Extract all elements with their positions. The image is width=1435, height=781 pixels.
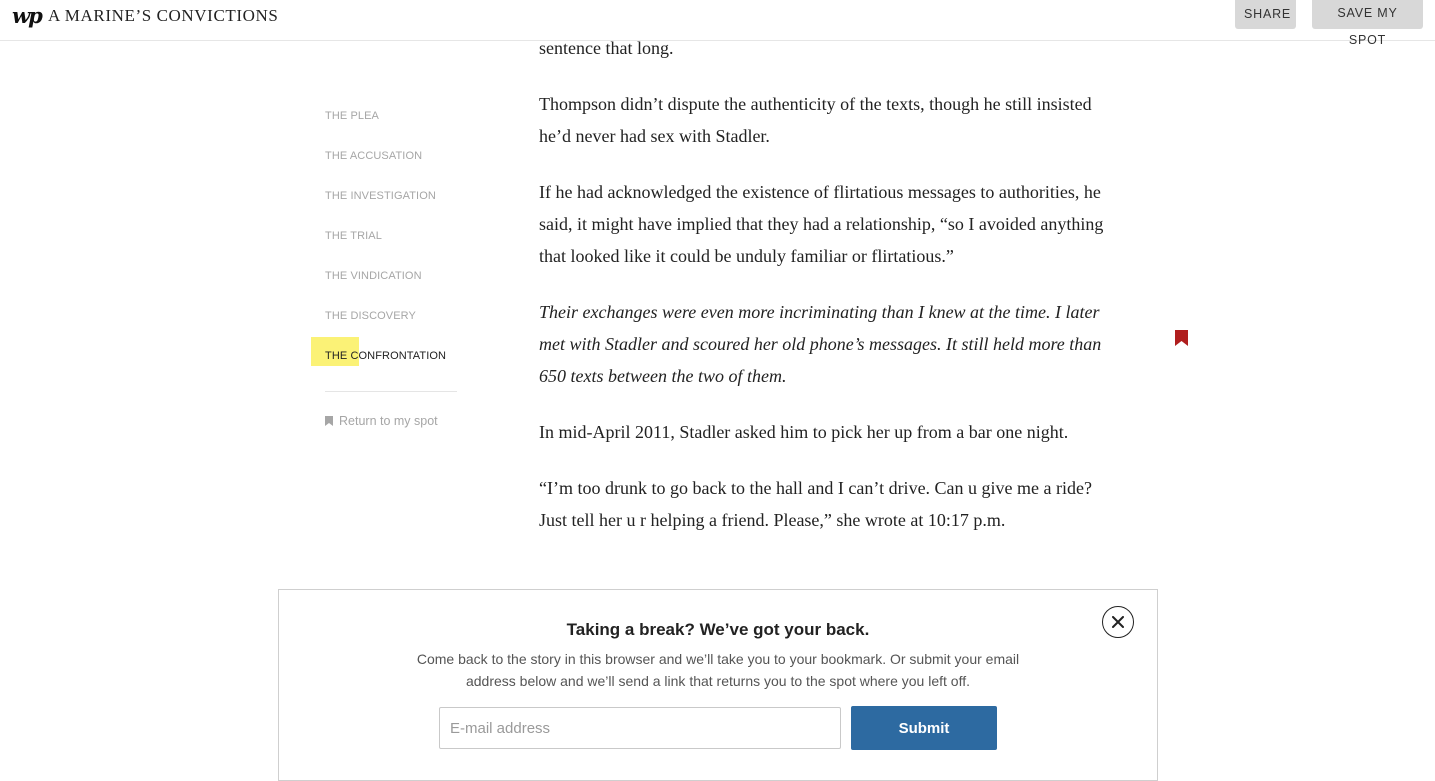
saved-spot-bookmark-icon[interactable] (1175, 330, 1188, 351)
modal-description: Come back to the story in this browser a… (416, 651, 1020, 689)
nav-item-the-confrontation[interactable]: THE CONFRONTATION (311, 337, 447, 366)
article-paragraph: “I’m too drunk to go back to the hall an… (539, 478, 1092, 530)
email-input[interactable] (439, 707, 841, 749)
submit-button[interactable]: Submit (851, 706, 997, 750)
article-body: sentence that long. Thompson didn’t disp… (539, 32, 1114, 560)
nav-item-the-accusation[interactable]: THE ACCUSATION (325, 150, 422, 162)
modal-title: Taking a break? We’ve got your back. (566, 620, 870, 639)
nav-item-the-plea[interactable]: THE PLEA (325, 110, 379, 122)
close-icon (1112, 616, 1124, 628)
nav-item-the-discovery[interactable]: THE DISCOVERY (325, 310, 416, 322)
nav-divider (325, 391, 457, 392)
article-paragraph: Thompson didn’t dispute the authenticity… (539, 94, 1092, 146)
article-paragraph: If he had acknowledged the existence of … (539, 182, 1104, 266)
close-modal-button[interactable] (1102, 606, 1134, 638)
nav-item-label: THE CONFRONTATION (325, 350, 447, 362)
washington-post-logo[interactable]: wp (12, 3, 43, 28)
return-to-my-spot-link[interactable]: Return to my spot (325, 414, 438, 428)
nav-item-the-vindication[interactable]: THE VINDICATION (325, 270, 422, 282)
bookmark-icon (325, 416, 333, 426)
share-button[interactable]: SHARE (1235, 0, 1296, 29)
save-spot-modal: Taking a break? We’ve got your back. Com… (278, 589, 1158, 781)
nav-item-the-investigation[interactable]: THE INVESTIGATION (325, 190, 436, 202)
nav-item-the-trial[interactable]: THE TRIAL (325, 230, 382, 242)
save-my-spot-button[interactable]: SAVE MY SPOT (1312, 0, 1423, 47)
article-paragraph: In mid-April 2011, Stadler asked him to … (539, 422, 1069, 442)
top-bar: wp A MARINE’S CONVICTIONS SHARE SAVE MY … (0, 0, 1435, 47)
story-title[interactable]: A MARINE’S CONVICTIONS (48, 6, 278, 26)
return-link-label: Return to my spot (339, 414, 438, 428)
article-paragraph-italic: Their exchanges were even more incrimina… (539, 302, 1102, 386)
